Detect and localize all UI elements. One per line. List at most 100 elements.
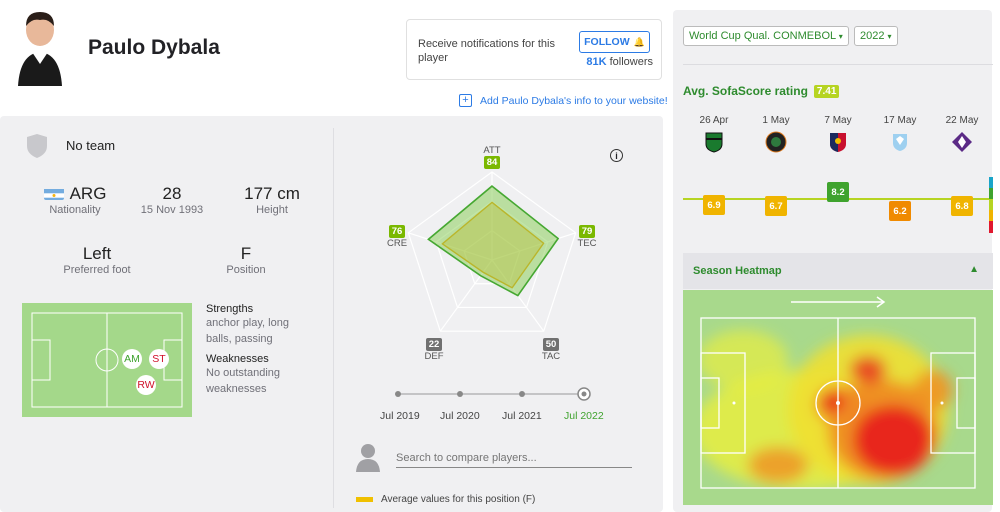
att-label: ATT	[483, 145, 501, 156]
fiorentina-logo-icon[interactable]	[951, 131, 973, 153]
tac-value-badge: 50	[542, 338, 560, 351]
sassuolo-logo-icon[interactable]	[703, 131, 725, 153]
team-name: No team	[66, 138, 116, 153]
notification-text: Receive notifications for this player	[418, 38, 555, 64]
cre-value-badge: 76	[388, 225, 406, 238]
attack-direction-arrow-icon	[791, 296, 886, 308]
att-value-badge: 84	[483, 156, 501, 169]
position-st: ST	[152, 353, 166, 365]
average-legend-text: Average values for this position (F)	[381, 494, 536, 505]
add-info-link[interactable]: + Add Paulo Dybala's info to your websit…	[459, 94, 668, 107]
position-rw: RW	[137, 379, 155, 391]
match-rating-chip[interactable]: 6.8	[951, 196, 973, 216]
weaknesses-heading: Weaknesses	[206, 353, 269, 365]
player-name: Paulo Dybala	[88, 36, 220, 59]
weaknesses-text: No outstanding weaknesses	[206, 367, 280, 395]
tec-value-badge: 79	[578, 225, 596, 238]
position-stat: F Position	[206, 244, 286, 276]
compare-search-input[interactable]	[396, 448, 632, 468]
rating-scale	[989, 177, 993, 233]
position-marker: AM	[122, 349, 142, 369]
chevron-down-icon: ▾	[838, 32, 843, 41]
def-value-badge: 22	[425, 338, 443, 351]
position-pitch: AM ST RW	[22, 303, 192, 417]
nationality-label: Nationality	[49, 204, 101, 216]
nationality-stat: ARG Nationality	[30, 184, 120, 216]
chevron-up-icon[interactable]: ▲	[969, 264, 979, 275]
followers-count: 81K followers	[579, 56, 653, 68]
preferred-foot-stat: Left Preferred foot	[52, 244, 142, 276]
average-legend: Average values for this position (F)	[356, 494, 535, 505]
radar-label-tec: 79 TEC	[567, 225, 607, 249]
rating-title: Avg. SofaScore rating 7.41	[683, 84, 840, 98]
attribute-radar-chart	[407, 171, 577, 332]
match-date: 26 Apr	[699, 115, 729, 126]
timeline-label[interactable]: Jul 2019	[380, 410, 420, 422]
height-stat: 177 cm Height	[228, 184, 316, 216]
cre-label: CRE	[386, 238, 408, 249]
followers-number: 81K	[586, 56, 607, 68]
heatmap-header[interactable]: Season Heatmap ▲	[683, 253, 993, 289]
timeline-dot[interactable]	[457, 391, 463, 397]
timeline-label[interactable]: Jul 2021	[502, 410, 542, 422]
age-stat: 28 15 Nov 1993	[130, 184, 214, 216]
position-marker: ST	[149, 349, 169, 369]
average-rating-badge: 7.41	[813, 84, 840, 98]
match-date: 22 May	[945, 115, 979, 126]
notification-box: Receive notifications for this player FO…	[406, 19, 662, 80]
def-label: DEF	[424, 351, 444, 362]
birth-date: 15 Nov 1993	[140, 204, 204, 216]
strengths-heading: Strengths	[206, 303, 254, 315]
filter-divider	[683, 64, 993, 65]
match-date: 7 May	[824, 115, 852, 126]
preferred-foot-value: Left	[82, 244, 112, 263]
match-rating-chip[interactable]: 6.9	[703, 195, 725, 215]
rating-title-text: Avg. SofaScore rating	[683, 84, 808, 98]
competition-dropdown[interactable]: World Cup Qual. CONMEBOL ▾	[683, 26, 849, 46]
match-rating-chip[interactable]: 6.7	[765, 196, 787, 216]
match-rating-chip[interactable]: 8.2	[827, 182, 849, 202]
position-value: F	[240, 244, 252, 263]
radar-label-att: ATT 84	[472, 145, 512, 169]
season-timeline[interactable]: Jul 2019 Jul 2020 Jul 2021 Jul 2022	[370, 385, 610, 425]
radar-label-def: 22 DEF	[414, 338, 454, 362]
tec-label: TEC	[577, 238, 597, 249]
heatmap-title: Season Heatmap	[693, 265, 782, 277]
position-marker: RW	[136, 375, 156, 395]
timeline-label[interactable]: Jul 2020	[440, 410, 480, 422]
match-date: 1 May	[762, 115, 790, 126]
radar-label-tac: 50 TAC	[531, 338, 571, 362]
shield-icon	[27, 134, 47, 158]
genoa-logo-icon[interactable]	[827, 131, 849, 153]
preferred-foot-label: Preferred foot	[63, 264, 131, 276]
height-value: 177 cm	[244, 184, 300, 203]
age-value: 28	[162, 184, 182, 203]
position-am: AM	[124, 353, 140, 365]
tac-label: TAC	[541, 351, 561, 362]
panel-divider	[333, 128, 334, 508]
argentina-flag-icon	[43, 187, 64, 200]
height-label: Height	[256, 204, 288, 216]
nationality-code: ARG	[69, 184, 107, 203]
match-rating-chip[interactable]: 6.2	[889, 201, 911, 221]
info-icon[interactable]: i	[610, 149, 623, 162]
nationality-value: ARG	[30, 184, 120, 204]
venezia-logo-icon[interactable]	[765, 131, 787, 153]
chevron-down-icon: ▾	[887, 32, 892, 41]
timeline-dot[interactable]	[519, 391, 525, 397]
follow-label: FOLLOW	[584, 36, 630, 48]
position-label: Position	[226, 264, 266, 276]
player-avatar	[18, 12, 62, 86]
follow-button[interactable]: FOLLOW 🔔	[579, 31, 650, 53]
season-dropdown[interactable]: 2022 ▾	[854, 26, 898, 46]
followers-label: followers	[609, 56, 653, 68]
radar-label-cre: 76 CRE	[377, 225, 417, 249]
compare-search	[354, 442, 636, 472]
strengths-text: anchor play, long balls, passing	[206, 317, 289, 345]
lazio-logo-icon[interactable]	[889, 131, 911, 153]
plus-icon: +	[459, 94, 472, 107]
timeline-label-selected[interactable]: Jul 2022	[564, 410, 604, 422]
add-info-text: Add Paulo Dybala's info to your website!	[480, 94, 668, 107]
season-heatmap	[683, 290, 993, 505]
timeline-dot[interactable]	[395, 391, 401, 397]
